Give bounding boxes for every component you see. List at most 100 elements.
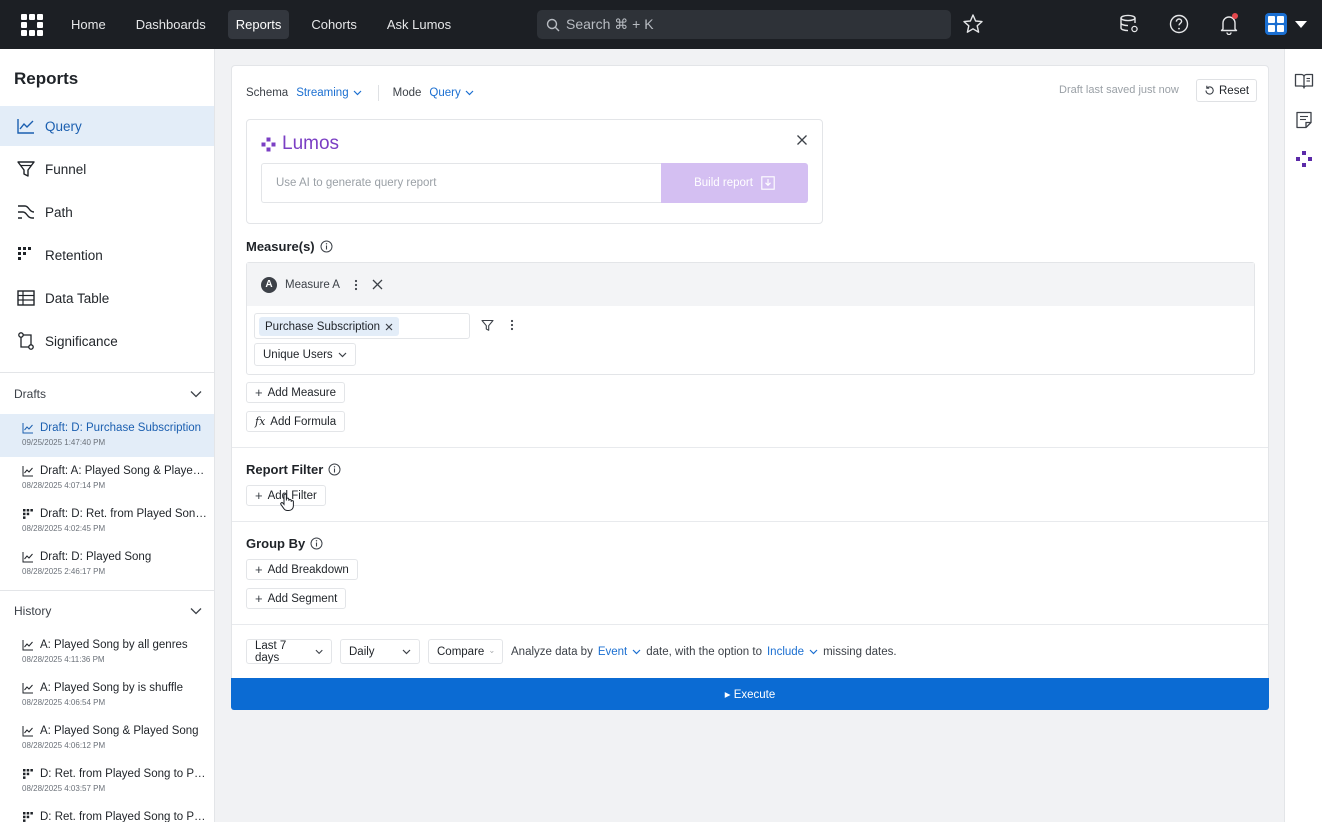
report-filter-title: Report Filter bbox=[246, 462, 324, 477]
analyze-prefix-text: Analyze data by bbox=[511, 645, 593, 658]
help-icon[interactable] bbox=[1168, 13, 1190, 35]
sidebar-item-data-table[interactable]: Data Table bbox=[0, 278, 214, 318]
missing-dates-dropdown[interactable]: Include bbox=[767, 646, 818, 658]
draft-item-label: Draft: D: Played Song bbox=[40, 551, 152, 563]
reset-button[interactable]: Reset bbox=[1196, 79, 1258, 102]
retention-icon bbox=[23, 769, 33, 779]
compare-dropdown[interactable]: Compare bbox=[428, 639, 503, 664]
reset-label: Reset bbox=[1219, 84, 1250, 97]
measure-a-panel: A Measure A Purchase Subscription Unique… bbox=[246, 262, 1255, 375]
execute-button[interactable]: ▸ Execute bbox=[231, 678, 1269, 710]
draft-item[interactable]: Draft: D: Purchase Subscription 09/25/20… bbox=[0, 414, 214, 457]
interval-dropdown[interactable]: Daily bbox=[340, 639, 420, 664]
build-report-button[interactable]: Build report bbox=[661, 163, 808, 203]
nav-cohorts[interactable]: Cohorts bbox=[303, 10, 365, 39]
close-icon[interactable] bbox=[372, 279, 383, 290]
event-select-field[interactable]: Purchase Subscription bbox=[254, 313, 470, 339]
add-measure-button[interactable]: + Add Measure bbox=[246, 382, 345, 403]
execute-label: ▸ Execute bbox=[724, 689, 776, 701]
history-item-time: 08/28/2025 4:06:12 PM bbox=[22, 741, 106, 750]
sidebar-item-funnel[interactable]: Funnel bbox=[0, 149, 214, 189]
nav-home[interactable]: Home bbox=[63, 10, 114, 39]
event-chip[interactable]: Purchase Subscription bbox=[259, 317, 400, 336]
history-item[interactable]: A: Played Song & Played Song 08/28/2025 … bbox=[0, 717, 214, 760]
drafts-label: Drafts bbox=[14, 386, 47, 401]
analyze-suffix-text: missing dates. bbox=[823, 645, 897, 658]
draft-item[interactable]: Draft: A: Played Song & Played ... 08/28… bbox=[0, 457, 214, 500]
top-navbar: Home Dashboards Reports Cohorts Ask Lumo… bbox=[0, 0, 1322, 49]
notification-bell-icon[interactable] bbox=[1218, 13, 1240, 35]
nav-ask-lumos[interactable]: Ask Lumos bbox=[379, 10, 459, 39]
plus-icon: + bbox=[255, 488, 263, 503]
filter-icon[interactable] bbox=[481, 319, 494, 332]
aggregation-dropdown[interactable]: Unique Users bbox=[254, 343, 356, 366]
add-formula-button[interactable]: fx Add Formula bbox=[246, 411, 346, 432]
docs-book-icon[interactable] bbox=[1294, 71, 1314, 91]
chevron-down-icon[interactable] bbox=[1295, 21, 1307, 28]
draft-item-label: Draft: D: Purchase Subscription bbox=[40, 422, 202, 434]
line-chart-icon bbox=[17, 119, 34, 134]
sidebar-item-significance[interactable]: Significance bbox=[0, 321, 214, 361]
chevron-down-icon bbox=[315, 649, 323, 654]
draft-item-label: Draft: A: Played Song & Played ... bbox=[40, 465, 208, 477]
draft-item-label: Draft: D: Ret. from Played Song ... bbox=[40, 508, 208, 520]
mode-value: Query bbox=[429, 87, 461, 99]
analyze-by-dropdown[interactable]: Event bbox=[598, 646, 641, 658]
history-item[interactable]: A: Played Song by is shuffle 08/28/2025 … bbox=[0, 674, 214, 717]
history-item[interactable]: A: Played Song by all genres 08/28/2025 … bbox=[0, 631, 214, 674]
history-item-label: A: Played Song by is shuffle bbox=[40, 682, 183, 694]
date-range-value: Last 7 days bbox=[255, 639, 287, 664]
draft-item[interactable]: Draft: D: Played Song 08/28/2025 2:46:17… bbox=[0, 543, 214, 586]
sidebar-item-path[interactable]: Path bbox=[0, 192, 214, 232]
favorite-star-icon[interactable] bbox=[962, 13, 984, 35]
drafts-section-header[interactable]: Drafts bbox=[0, 373, 214, 414]
notes-icon[interactable] bbox=[1294, 110, 1314, 130]
close-icon[interactable] bbox=[796, 134, 808, 146]
info-icon[interactable] bbox=[320, 240, 333, 253]
time-controls-row: Last 7 days Daily Compare Analyze data b… bbox=[246, 639, 897, 664]
notification-dot bbox=[1232, 13, 1238, 19]
add-measure-label: Add Measure bbox=[267, 386, 336, 399]
group-by-section-title: Group By bbox=[246, 536, 323, 551]
more-options-icon[interactable] bbox=[354, 279, 358, 291]
schema-dropdown[interactable]: Streaming bbox=[296, 87, 362, 99]
add-breakdown-button[interactable]: + Add Breakdown bbox=[246, 559, 358, 580]
history-item[interactable]: D: Ret. from Played Song to Pla... 08/28… bbox=[0, 760, 214, 803]
lumos-prompt-input[interactable] bbox=[261, 163, 661, 203]
history-section-header[interactable]: History bbox=[0, 590, 214, 631]
nav-dashboards[interactable]: Dashboards bbox=[128, 10, 214, 39]
app-logo-icon[interactable] bbox=[21, 13, 43, 36]
info-icon[interactable] bbox=[328, 463, 341, 476]
more-options-icon[interactable] bbox=[510, 319, 514, 331]
workspace-switcher-icon[interactable] bbox=[1265, 13, 1287, 35]
database-settings-icon[interactable] bbox=[1118, 13, 1140, 35]
mode-dropdown[interactable]: Query bbox=[429, 87, 474, 99]
history-item[interactable]: D: Ret. from Played Song to Pla... bbox=[0, 803, 214, 822]
nav-reports[interactable]: Reports bbox=[227, 10, 290, 39]
retention-icon bbox=[23, 509, 33, 519]
history-item-label: D: Ret. from Played Song to Pla... bbox=[40, 768, 208, 780]
sidebar-item-retention[interactable]: Retention bbox=[0, 235, 214, 275]
info-icon[interactable] bbox=[310, 537, 323, 550]
hand-cursor-icon bbox=[280, 493, 294, 511]
draft-item[interactable]: Draft: D: Ret. from Played Song ... 08/2… bbox=[0, 500, 214, 543]
reports-sidebar: Reports Query Funnel Path Retention Data… bbox=[0, 49, 215, 822]
date-range-dropdown[interactable]: Last 7 days bbox=[246, 639, 332, 664]
line-chart-icon bbox=[22, 640, 33, 651]
add-segment-button[interactable]: + Add Segment bbox=[246, 588, 347, 609]
plus-icon: + bbox=[255, 385, 263, 400]
measure-name[interactable]: Measure A bbox=[285, 279, 340, 291]
chevron-down-icon bbox=[465, 90, 474, 96]
lumos-logo-icon bbox=[261, 137, 276, 151]
global-search[interactable]: Search ⌘ + K bbox=[537, 10, 951, 39]
lumos-ai-icon[interactable] bbox=[1294, 149, 1314, 169]
close-icon[interactable] bbox=[385, 323, 393, 331]
history-item-label: A: Played Song & Played Song bbox=[40, 725, 199, 737]
path-icon bbox=[18, 205, 35, 219]
sidebar-item-query[interactable]: Query bbox=[0, 106, 214, 146]
draft-item-time: 08/28/2025 4:07:14 PM bbox=[22, 481, 106, 490]
line-chart-icon bbox=[22, 726, 33, 737]
measure-badge: A bbox=[261, 276, 277, 293]
report-filter-section-title: Report Filter bbox=[246, 462, 341, 477]
reset-icon bbox=[1205, 85, 1214, 95]
